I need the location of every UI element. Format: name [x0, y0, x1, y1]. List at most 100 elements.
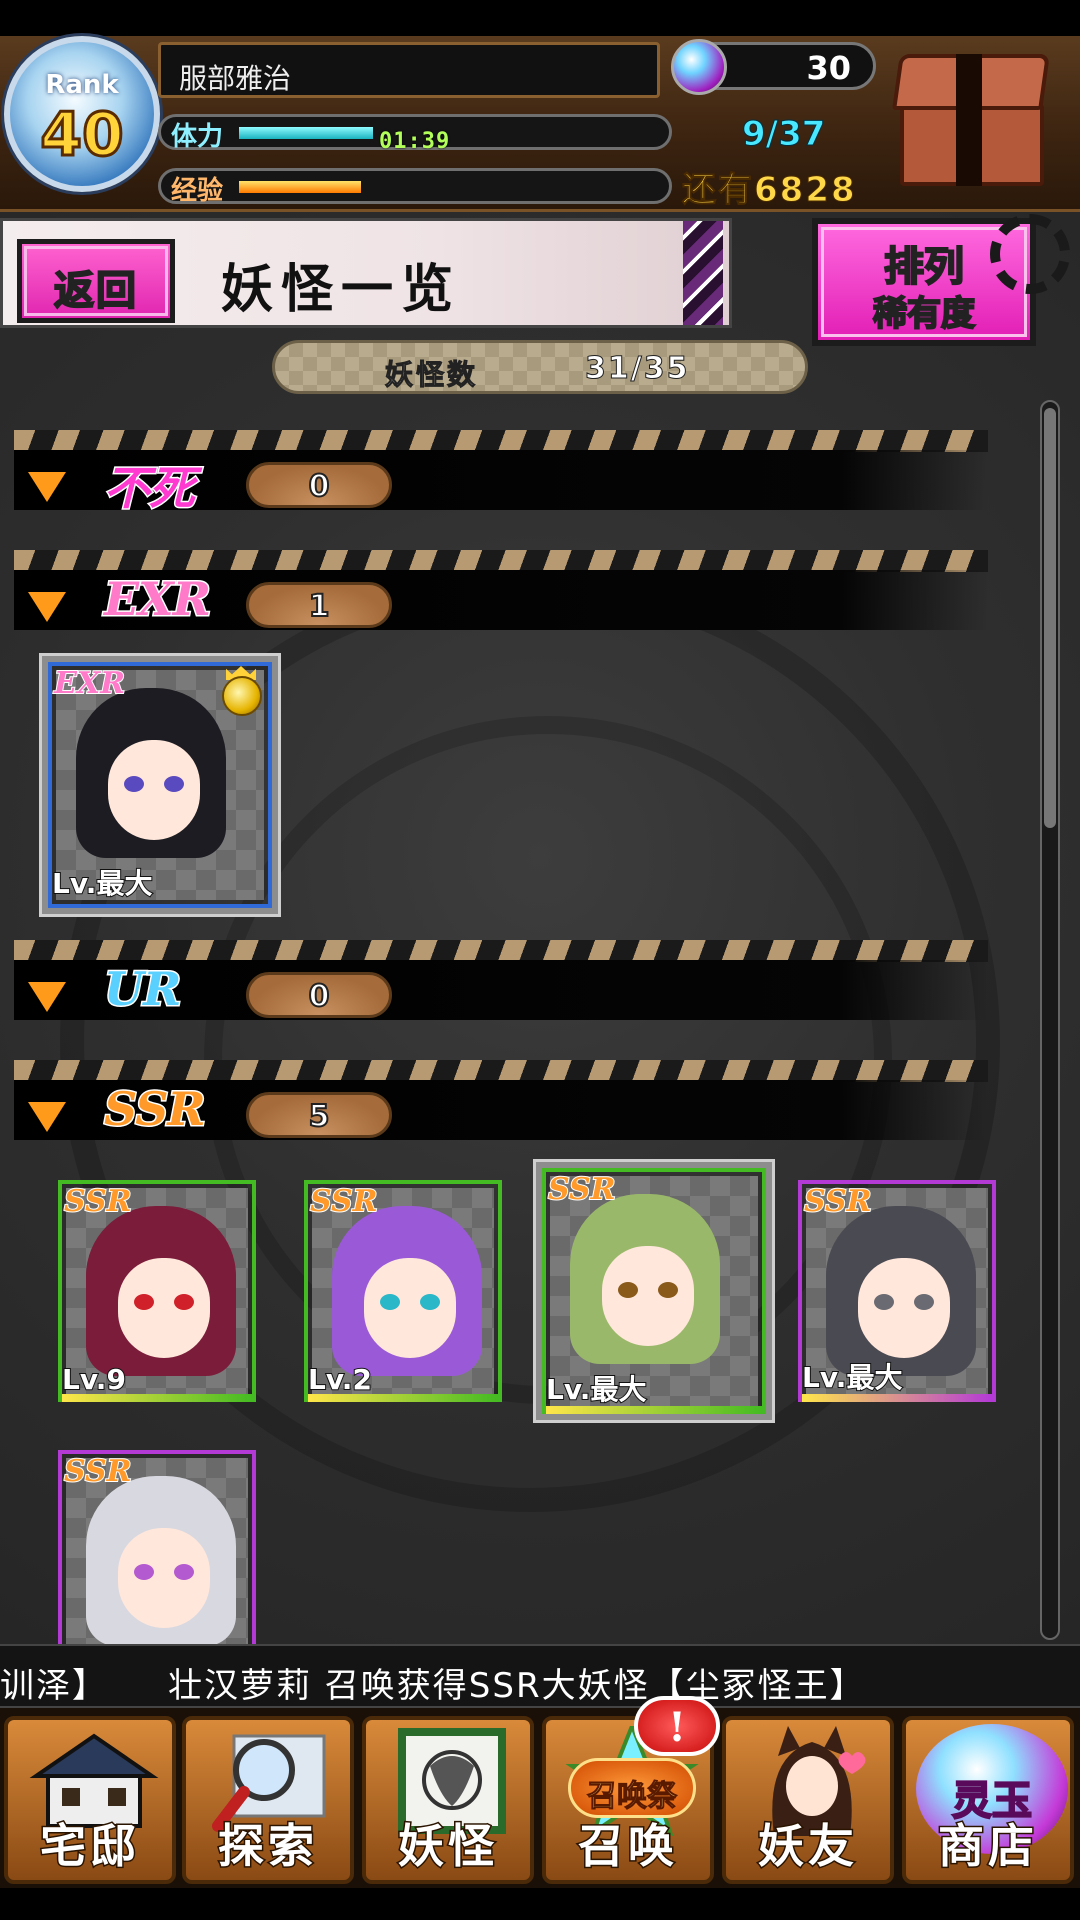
scrollbar[interactable] — [1040, 400, 1060, 1640]
chest-band — [956, 54, 982, 186]
alert-mark: ! — [668, 1704, 686, 1751]
nav-yokai-label: 妖怪 — [397, 1818, 498, 1875]
character-eye — [658, 1282, 678, 1298]
rarity-stripe — [14, 430, 988, 452]
yokai-card[interactable]: EXR Lv.最大 — [39, 653, 281, 917]
back-label: 返回 — [53, 266, 138, 315]
collapse-triangle-icon[interactable] — [28, 982, 66, 1012]
bottom-navigation: 宅邸 探索 妖怪 召唤祭 召唤 妖友 灵玉 商店 — [0, 1708, 1080, 1888]
summon-alert-badge: ! — [634, 1696, 720, 1756]
character-eye — [420, 1294, 440, 1310]
exp-fill — [239, 181, 361, 193]
orb-count: 30 — [806, 49, 851, 87]
gift-box-icon[interactable] — [886, 44, 1056, 194]
character-eye — [124, 776, 144, 792]
summon-festival-badge: 召唤祭 — [568, 1758, 696, 1818]
yokai-card[interactable]: SSR Lv.最大 — [533, 1159, 775, 1423]
yokai-card[interactable]: SSR Lv.2 — [304, 1180, 502, 1402]
rarity-row-ur[interactable]: UR 0 — [14, 940, 988, 1020]
character-eye — [914, 1294, 934, 1310]
sort-value: 稀有度 — [872, 293, 976, 335]
card-level-bar — [308, 1394, 498, 1402]
ticker-message: 壮汉萝莉 召唤获得SSR大妖怪【尘冢怪王】 — [168, 1666, 866, 1706]
rarity-name: EXR — [103, 571, 213, 628]
yokai-count-value: 31/35 — [584, 351, 690, 387]
nav-explore-label: 探索 — [217, 1818, 318, 1875]
rarity-count: 0 — [246, 462, 392, 508]
page-title: 妖怪一览 — [221, 259, 462, 320]
exp-remaining: 还有6828 — [682, 170, 857, 211]
yokai-card[interactable]: SSR Lv.9 — [58, 1180, 256, 1402]
collapse-triangle-icon[interactable] — [28, 592, 66, 622]
nav-yokai[interactable]: 妖怪 — [362, 1716, 534, 1884]
ticker-previous: 训泽】 — [0, 1666, 108, 1706]
card-level: Lv.最大 — [545, 1372, 647, 1407]
rarity-stripe — [14, 1060, 988, 1082]
rarity-row-undead[interactable]: 不死 0 — [14, 430, 988, 517]
rarity-name: UR — [102, 961, 182, 1018]
rank-label: Rank — [45, 70, 119, 100]
collapse-triangle-icon[interactable] — [28, 472, 66, 502]
nav-friends[interactable]: 妖友 — [722, 1716, 894, 1884]
bottom-strip — [0, 1888, 1080, 1920]
character-eye — [164, 776, 184, 792]
scroll-thumb[interactable] — [1044, 408, 1056, 828]
player-name-box: 服部雅治 — [158, 42, 660, 98]
nav-home-label: 宅邸 — [39, 1818, 140, 1875]
character-eye — [134, 1564, 154, 1580]
title-banner: 返回 妖怪一览 — [0, 218, 732, 328]
character-eye — [174, 1294, 194, 1310]
rarity-count-value: 5 — [308, 1098, 331, 1135]
card-level-bar — [802, 1394, 992, 1402]
yokai-card[interactable]: SSR — [58, 1450, 256, 1644]
nav-shop-label: 商店 — [937, 1818, 1038, 1875]
yokai-card[interactable]: SSR Lv.最大 — [798, 1180, 996, 1402]
character-face — [118, 1258, 210, 1358]
rarity-count: 1 — [246, 582, 392, 628]
main-content: 返回 妖怪一览 排列 稀有度 妖怪数 31/35 不死 0 EXR 1 EXR — [0, 212, 1080, 1644]
card-level-bar — [546, 1406, 762, 1414]
rarity-count-value: 0 — [308, 978, 331, 1015]
stamina-timer: 01:39 — [379, 129, 451, 154]
summon-festival-label: 召唤祭 — [587, 1779, 678, 1815]
character-eye — [618, 1282, 638, 1298]
rarity-stripe — [14, 550, 988, 572]
stamina-count: 9/37 — [741, 114, 826, 155]
character-eye — [134, 1294, 154, 1310]
spirit-orb-counter[interactable]: 30 — [671, 39, 876, 95]
medal-icon — [222, 676, 262, 716]
back-button[interactable]: 返回 — [17, 239, 175, 323]
rarity-stripe — [14, 940, 988, 962]
rarity-row-exr[interactable]: EXR 1 — [14, 550, 988, 630]
rarity-name: SSR — [103, 1081, 208, 1138]
collapse-triangle-icon[interactable] — [28, 1102, 66, 1132]
character-eye — [874, 1294, 894, 1310]
stamina-bar: 体力 01:39 — [158, 114, 672, 154]
status-bar: Rank 40 服部雅治 体力 01:39 经验 30 9/37 还有6828 — [0, 36, 1080, 212]
nav-shop[interactable]: 灵玉 商店 — [902, 1716, 1074, 1884]
stamina-label: 体力 — [171, 122, 224, 152]
card-rarity-badge: SSR — [63, 1453, 133, 1490]
stamina-fill — [239, 127, 374, 139]
card-level: Lv.最大 — [51, 866, 153, 901]
character-eye — [174, 1564, 194, 1580]
rarity-count: 5 — [246, 1092, 392, 1138]
nav-home[interactable]: 宅邸 — [4, 1716, 176, 1884]
exp-bar: 经验 — [158, 168, 672, 206]
rarity-row-ssr[interactable]: SSR 5 — [14, 1060, 988, 1140]
character-face — [108, 740, 200, 840]
spirit-orb-icon — [671, 39, 727, 95]
character-face — [858, 1258, 950, 1358]
nav-friends-label: 妖友 — [757, 1818, 858, 1875]
yokai-count: 妖怪数 31/35 — [272, 340, 808, 394]
sort-label: 排列 — [883, 242, 965, 291]
card-level-bar — [62, 1394, 252, 1402]
card-level: Lv.9 — [61, 1362, 127, 1397]
sort-button[interactable]: 排列 稀有度 — [812, 214, 1070, 346]
card-rarity-badge: SSR — [63, 1183, 133, 1220]
nav-explore[interactable]: 探索 — [182, 1716, 354, 1884]
rank-number: 40 — [39, 99, 126, 172]
rank-badge[interactable]: Rank 40 — [4, 36, 160, 192]
rarity-count-value: 1 — [308, 588, 331, 625]
card-rarity-badge: SSR — [547, 1171, 617, 1208]
